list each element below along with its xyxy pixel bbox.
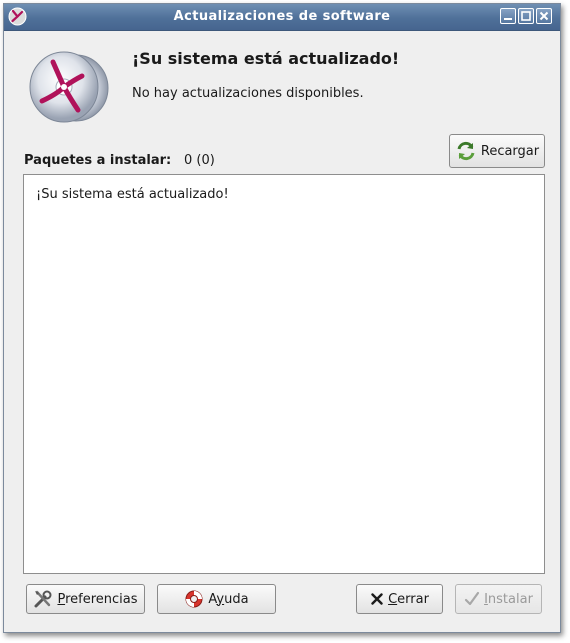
status-heading: ¡Su sistema está actualizado!: [132, 49, 400, 68]
close-button[interactable]: Cerrar: [356, 584, 443, 614]
install-button[interactable]: Instalar: [455, 584, 542, 614]
software-update-icon: [29, 51, 109, 123]
tools-icon: [34, 590, 52, 608]
window-title: Actualizaciones de software: [173, 9, 391, 24]
title-bar[interactable]: Actualizaciones de software: [4, 4, 560, 31]
reload-icon: [457, 141, 475, 161]
details-text: ¡Su sistema está actualizado!: [36, 187, 229, 202]
preferences-button[interactable]: Preferencias: [26, 584, 145, 614]
close-label: Cerrar: [388, 591, 429, 607]
status-subheading: No hay actualizaciones disponibles.: [132, 86, 364, 101]
x-icon: [371, 593, 383, 605]
lifebuoy-icon: [185, 590, 203, 608]
packages-count: 0 (0): [184, 153, 215, 168]
maximize-icon: [521, 11, 531, 21]
close-icon: [539, 11, 549, 21]
reload-button[interactable]: Recargar: [449, 134, 545, 168]
minimize-button[interactable]: [500, 8, 516, 24]
help-button[interactable]: Ayuda: [157, 584, 276, 614]
details-text-view[interactable]: ¡Su sistema está actualizado!: [23, 174, 545, 574]
preferences-label: Preferencias: [57, 591, 138, 607]
minimize-icon: [504, 18, 512, 20]
checkmark-icon: [464, 591, 480, 606]
reload-label: Recargar: [480, 143, 540, 159]
close-window-button[interactable]: [536, 8, 552, 24]
maximize-button[interactable]: [518, 8, 534, 24]
update-manager-window: Actualizaciones de software ¡Su sistema …: [3, 3, 561, 633]
packages-label: Paquetes a instalar:: [24, 153, 172, 168]
help-label: Ayuda: [208, 591, 249, 607]
install-label: Instalar: [484, 591, 533, 607]
